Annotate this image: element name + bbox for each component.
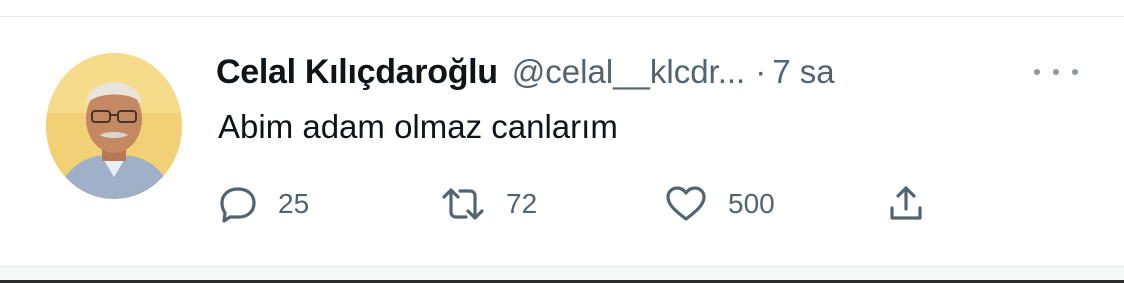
user-handle[interactable]: @celal__klcdr...	[512, 53, 745, 91]
like-count: 500	[728, 188, 775, 219]
more-options-icon[interactable]	[1034, 60, 1078, 84]
retweet-count: 72	[506, 188, 538, 219]
share-button[interactable]	[886, 184, 926, 224]
display-name[interactable]: Celal Kılıçdaroğlu	[216, 53, 498, 92]
more-dot	[1053, 69, 1059, 75]
retweet-button[interactable]: 72	[440, 184, 537, 224]
avatar-image	[46, 53, 182, 199]
timestamp[interactable]: 7 sa	[772, 53, 834, 91]
reply-icon	[220, 187, 256, 223]
like-button[interactable]: 500	[664, 184, 775, 224]
more-dot	[1034, 69, 1040, 75]
avatar[interactable]	[46, 53, 182, 199]
top-divider	[0, 16, 1124, 17]
reply-count: 25	[278, 188, 310, 219]
separator-dot: ·	[755, 53, 767, 90]
heart-icon	[666, 186, 706, 221]
retweet-icon	[442, 188, 484, 220]
share-icon	[890, 186, 922, 220]
tweet-text: Abim adam olmaz canlarım	[218, 108, 618, 145]
more-dot	[1072, 69, 1078, 75]
tweet-header: Celal Kılıçdaroğlu @celal__klcdr... · 7 …	[216, 50, 835, 94]
reply-button[interactable]: 25	[218, 184, 309, 224]
